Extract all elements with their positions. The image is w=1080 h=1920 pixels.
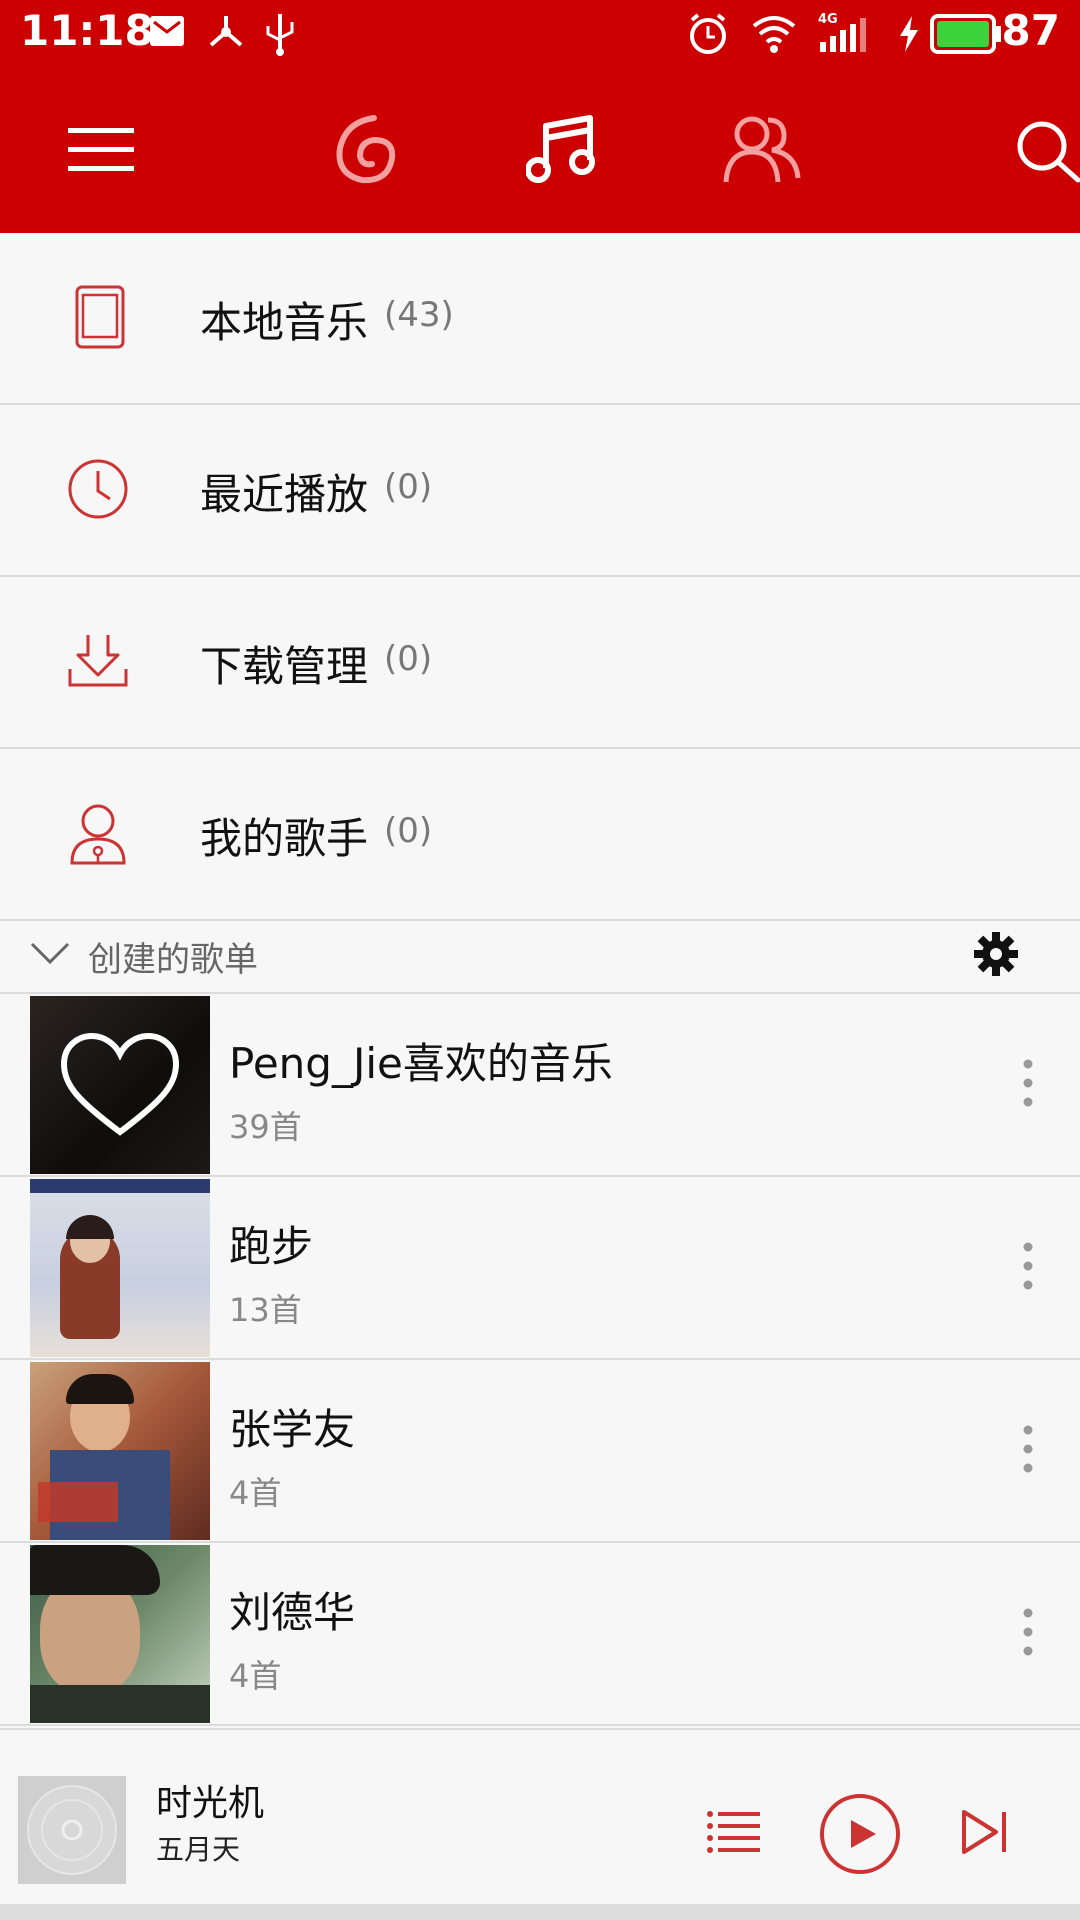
- alarm-icon: [690, 13, 726, 54]
- playlist-title: 跑步: [229, 1222, 314, 1271]
- now-playing-artist: 五月天: [156, 1833, 241, 1866]
- menu-item-my-singers[interactable]: 我的歌手 (0): [0, 749, 1080, 921]
- heart-icon: [60, 1032, 180, 1136]
- play-button[interactable]: [818, 1792, 902, 1876]
- created-playlists-header[interactable]: 创建的歌单: [0, 916, 1080, 994]
- top-bar: 11:18 4G 87: [0, 0, 1080, 233]
- usb-icon: [266, 14, 294, 56]
- more-options-icon[interactable]: [1022, 1607, 1034, 1657]
- playlist-count: 13首: [229, 1291, 302, 1329]
- menu-item-downloads[interactable]: 下载管理 (0): [0, 577, 1080, 749]
- playlist-title: 刘德华: [229, 1588, 356, 1637]
- battery-level: 87: [1001, 6, 1060, 55]
- share-icon: [209, 16, 243, 47]
- playlist-count: 4首: [229, 1657, 282, 1695]
- playlist-count: 4首: [229, 1474, 282, 1512]
- wifi-icon: [752, 16, 796, 53]
- my-music-menu: 本地音乐 (43) 最近播放 (0) 下载管理 (0) 我的歌手 (0): [0, 233, 1080, 921]
- menu-item-count: (43): [384, 295, 454, 335]
- phone-icon: [75, 285, 125, 349]
- menu-item-local-music[interactable]: 本地音乐 (43): [0, 233, 1080, 405]
- music-icon[interactable]: [526, 112, 600, 186]
- now-playing-song: 时光机: [156, 1783, 265, 1824]
- playlist-cover: [30, 1545, 210, 1723]
- playlist-title: Peng_Jie喜欢的音乐: [229, 1039, 613, 1088]
- gear-icon[interactable]: [974, 932, 1018, 976]
- playlist-item[interactable]: 跑步 13首: [0, 1177, 1080, 1360]
- menu-item-count: (0): [384, 639, 433, 679]
- disc-icon: [18, 1776, 126, 1884]
- mail-icon: [150, 16, 184, 46]
- playlist-cover: [30, 1179, 210, 1357]
- search-icon[interactable]: [1014, 118, 1080, 184]
- clock-icon: [68, 459, 128, 519]
- playlist-cover: [30, 1362, 210, 1540]
- menu-item-label: 下载管理: [200, 642, 369, 691]
- playlist-item[interactable]: 张学友 4首: [0, 1360, 1080, 1543]
- more-options-icon[interactable]: [1022, 1241, 1034, 1291]
- playlist-title: 张学友: [229, 1405, 356, 1454]
- menu-item-label: 我的歌手: [200, 814, 369, 863]
- signal-icon: 4G: [818, 12, 878, 54]
- chevron-down-icon[interactable]: [30, 938, 70, 968]
- more-options-icon[interactable]: [1022, 1058, 1034, 1108]
- friends-icon[interactable]: [722, 112, 802, 186]
- playlist-count: 39首: [229, 1108, 302, 1146]
- mini-player[interactable]: 时光机 五月天: [0, 1728, 1080, 1906]
- bottom-edge: [0, 1904, 1080, 1920]
- menu-icon[interactable]: [68, 126, 134, 174]
- playlist-item[interactable]: Peng_Jie喜欢的音乐 39首: [0, 994, 1080, 1177]
- download-icon: [68, 635, 128, 687]
- menu-item-recent-play[interactable]: 最近播放 (0): [0, 405, 1080, 577]
- status-time: 11:18: [20, 6, 154, 55]
- section-label: 创建的歌单: [88, 940, 258, 980]
- charging-icon: [900, 16, 918, 52]
- menu-item-count: (0): [384, 811, 433, 851]
- singer-icon: [70, 804, 126, 865]
- discover-icon[interactable]: [330, 112, 402, 186]
- menu-item-count: (0): [384, 467, 433, 507]
- playlist-item[interactable]: 刘德华 4首: [0, 1543, 1080, 1726]
- next-track-button[interactable]: [958, 1806, 1012, 1858]
- playlist-list: Peng_Jie喜欢的音乐 39首 跑步 13首 张学友 4首 刘德华 4首: [0, 994, 1080, 1726]
- playlist-cover: [30, 996, 210, 1174]
- status-bar: 11:18 4G 87: [0, 0, 1080, 68]
- menu-item-label: 本地音乐: [200, 298, 369, 347]
- menu-item-label: 最近播放: [200, 470, 369, 519]
- playlist-queue-icon[interactable]: [706, 1810, 762, 1854]
- battery-icon: [930, 14, 1001, 54]
- now-playing-cover: [18, 1776, 126, 1884]
- more-options-icon[interactable]: [1022, 1424, 1034, 1474]
